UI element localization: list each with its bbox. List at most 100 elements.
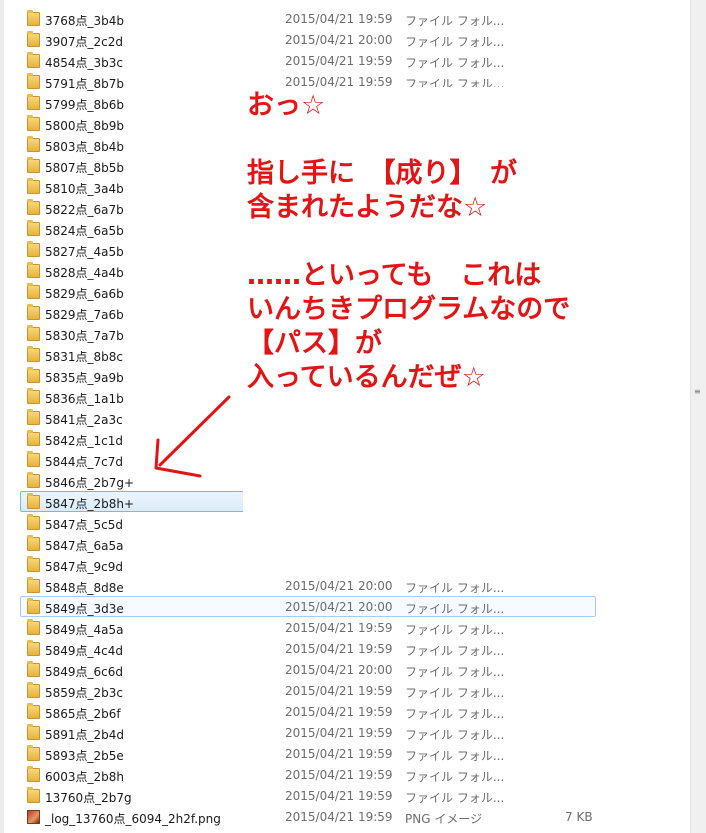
folder-icon — [27, 199, 40, 215]
file-name: 5841点_2a3c — [45, 413, 123, 427]
file-name: 5822点_6a7b — [45, 203, 124, 217]
file-row[interactable]: 5891点_2b4d 2015/04/21 19:59 ファイル フォル... — [20, 722, 596, 743]
file-date-modified: 2015/04/21 19:59 — [285, 642, 393, 656]
file-name: 5803点_8b4b — [45, 140, 125, 154]
folder-icon — [27, 598, 40, 614]
file-type: ファイル フォル... — [405, 623, 505, 637]
file-date-modified: 2015/04/21 19:59 — [285, 12, 393, 26]
folder-icon — [27, 619, 40, 635]
file-type: ファイル フォル... — [405, 728, 505, 742]
folder-icon — [27, 745, 40, 761]
file-date-modified: 2015/04/21 19:59 — [285, 705, 393, 719]
file-row[interactable]: 5849点_4a5a 2015/04/21 19:59 ファイル フォル... — [20, 617, 596, 638]
file-name: 5849点_4a5a — [45, 623, 124, 637]
file-date-modified: 2015/04/21 20:00 — [285, 579, 393, 593]
folder-icon — [27, 136, 40, 152]
file-name: 5859点_2b3c — [45, 686, 124, 700]
file-row[interactable]: 5849点_4c4d 2015/04/21 19:59 ファイル フォル... — [20, 638, 596, 659]
file-row[interactable]: 5865点_2b6f 2015/04/21 19:59 ファイル フォル... — [20, 701, 596, 722]
file-row[interactable]: 5893点_2b5e 2015/04/21 19:59 ファイル フォル... — [20, 743, 596, 764]
folder-icon — [27, 115, 40, 131]
folder-icon — [27, 241, 40, 257]
folder-icon — [27, 409, 40, 425]
folder-icon — [27, 10, 40, 26]
folder-icon — [27, 31, 40, 47]
file-name: 3768点_3b4b — [45, 14, 125, 28]
file-row[interactable]: 13760点_2b7g 2015/04/21 19:59 ファイル フォル... — [20, 785, 596, 806]
file-row[interactable]: 5848点_8d8e 2015/04/21 20:00 ファイル フォル... — [20, 575, 596, 596]
file-name: 5824点_6a5b — [45, 224, 124, 238]
file-name: 4854点_3b3c — [45, 56, 124, 70]
file-name: 6003点_2b8h — [45, 770, 125, 784]
file-name: 5829点_6a6b — [45, 287, 124, 301]
file-type: ファイル フォル... — [405, 686, 505, 700]
file-name: 5835点_9a9b — [45, 371, 124, 385]
file-date-modified: 2015/04/21 19:59 — [285, 768, 393, 782]
folder-icon — [27, 346, 40, 362]
file-date-modified: 2015/04/21 19:59 — [285, 54, 393, 68]
folder-icon — [27, 556, 40, 572]
file-type: ファイル フォル... — [405, 14, 505, 28]
file-name: 5844点_7c7d — [45, 455, 124, 469]
file-row[interactable]: 3907点_2c2d 2015/04/21 20:00 ファイル フォル... — [20, 29, 596, 50]
file-name: 5828点_4a4b — [45, 266, 124, 280]
file-row[interactable]: 5847点_2b8h+ — [20, 491, 245, 512]
annotation-text: おっ☆ 指し手に 【成り】 が 含まれたようだな☆ ……といっても これは いん… — [247, 90, 571, 393]
file-name: 5831点_8b8c — [45, 350, 124, 364]
folder-icon — [27, 472, 40, 488]
file-type: ファイル フォル... — [405, 665, 505, 679]
folder-icon — [27, 283, 40, 299]
folder-icon — [27, 640, 40, 656]
file-name: 5848点_8d8e — [45, 581, 124, 595]
folder-icon — [27, 682, 40, 698]
file-type: ファイル フォル... — [405, 707, 505, 721]
file-row[interactable]: _log_13760点_6094_2h2f.png 2015/04/21 19:5… — [20, 806, 596, 827]
file-name: 5849点_4c4d — [45, 644, 124, 658]
file-date-modified: 2015/04/21 20:00 — [285, 600, 393, 614]
folder-icon — [27, 661, 40, 677]
folder-icon — [27, 157, 40, 173]
folder-icon — [27, 73, 40, 89]
file-type: ファイル フォル... — [405, 791, 505, 805]
file-date-modified: 2015/04/21 19:59 — [285, 684, 393, 698]
file-date-modified: 2015/04/21 20:00 — [285, 663, 393, 677]
file-date-modified: 2015/04/21 19:59 — [285, 810, 393, 824]
png-image-icon — [27, 810, 40, 824]
folder-icon — [27, 766, 40, 782]
folder-icon — [27, 367, 40, 383]
scrollbar-grip-icon[interactable]: ≡ — [694, 388, 703, 402]
file-name: 5836点_1a1b — [45, 392, 124, 406]
file-name: 5800点_8b9b — [45, 119, 125, 133]
folder-icon — [27, 703, 40, 719]
folder-icon — [27, 577, 40, 593]
file-row[interactable]: 6003点_2b8h 2015/04/21 19:59 ファイル フォル... — [20, 764, 596, 785]
file-date-modified: 2015/04/21 19:59 — [285, 789, 393, 803]
file-name: 5829点_7a6b — [45, 308, 124, 322]
file-row[interactable]: 5849点_3d3e 2015/04/21 20:00 ファイル フォル... — [20, 596, 596, 617]
file-name: 5893点_2b5e — [45, 749, 124, 763]
file-row[interactable]: 3768点_3b4b 2015/04/21 19:59 ファイル フォル... — [20, 8, 596, 29]
file-name: 5849点_3d3e — [45, 602, 124, 616]
file-name: 5846点_2b7g+ — [45, 476, 135, 490]
file-name: 13760点_2b7g — [45, 791, 132, 805]
folder-icon — [27, 430, 40, 446]
file-date-modified: 2015/04/21 19:59 — [285, 621, 393, 635]
folder-icon — [27, 787, 40, 803]
annotation-panel: おっ☆ 指し手に 【成り】 が 含まれたようだな☆ ……といっても これは いん… — [243, 87, 661, 575]
folder-icon — [27, 325, 40, 341]
folder-icon — [27, 724, 40, 740]
folder-icon — [27, 178, 40, 194]
vertical-scrollbar[interactable]: ≡ — [690, 0, 706, 833]
folder-icon — [27, 262, 40, 278]
file-type: ファイル フォル... — [405, 56, 505, 70]
file-row[interactable]: 5859点_2b3c 2015/04/21 19:59 ファイル フォル... — [20, 680, 596, 701]
file-size: 7 KB — [565, 810, 593, 824]
file-date-modified: 2015/04/21 20:00 — [285, 33, 393, 47]
file-name: 5849点_6c6d — [45, 665, 124, 679]
folder-icon — [27, 514, 40, 530]
file-type: ファイル フォル... — [405, 35, 505, 49]
file-name: 3907点_2c2d — [45, 35, 124, 49]
file-row[interactable]: 4854点_3b3c 2015/04/21 19:59 ファイル フォル... — [20, 50, 596, 71]
file-name: 5847点_2b8h+ — [45, 497, 135, 511]
file-row[interactable]: 5849点_6c6d 2015/04/21 20:00 ファイル フォル... — [20, 659, 596, 680]
